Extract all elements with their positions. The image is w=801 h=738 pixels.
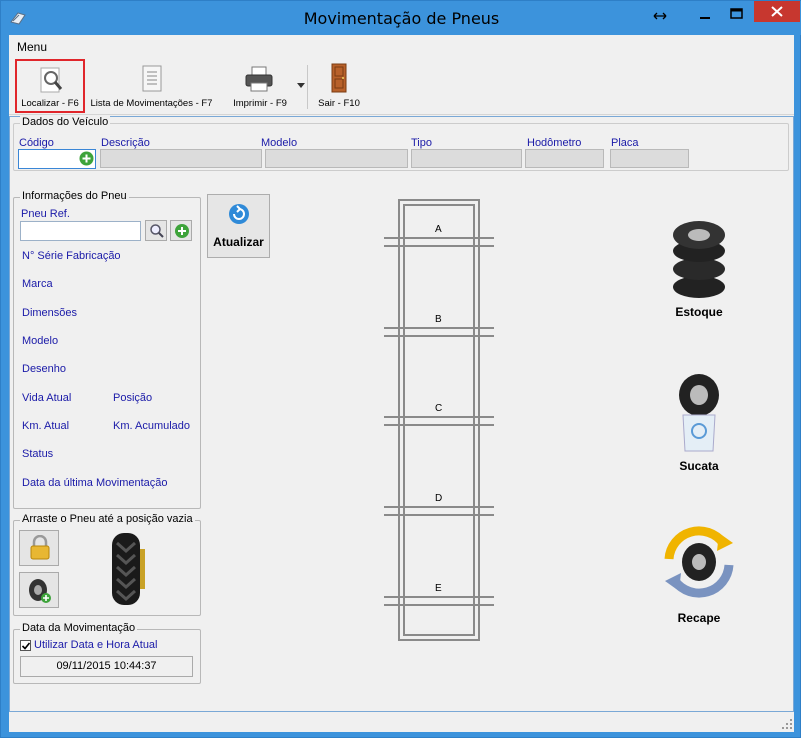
sair-button[interactable]: Sair - F10 — [311, 59, 367, 113]
km-acumulado-label: Km. Acumulado — [113, 420, 191, 432]
app-window: Movimentação de Pneus Menu Localizar - F… — [0, 0, 801, 738]
vida-atual-label: Vida Atual — [22, 392, 72, 404]
tire-retread-icon — [664, 526, 734, 598]
restore-icon[interactable] — [653, 11, 667, 21]
printer-icon — [245, 66, 273, 92]
axle-diagram: A B C D E — [379, 197, 499, 647]
axle-label-a: A — [435, 224, 442, 235]
atualizar-button[interactable]: Atualizar — [207, 194, 270, 258]
checkmark-icon — [21, 642, 31, 650]
imprimir-button[interactable]: Imprimir - F9 — [225, 59, 305, 113]
pneu-ref-input[interactable] — [20, 221, 141, 241]
close-button[interactable] — [754, 1, 800, 22]
data-hora-field[interactable]: 09/11/2015 10:44:37 — [20, 656, 193, 677]
hodometro-field — [525, 149, 604, 168]
sucata-button[interactable]: Sucata — [659, 373, 739, 473]
axle-label-b: B — [435, 314, 442, 325]
lista-movimentacoes-button[interactable]: Lista de Movimentações - F7 — [89, 59, 214, 113]
toolbar-divider — [307, 65, 308, 109]
search-icon — [150, 224, 164, 238]
descricao-field — [100, 149, 262, 168]
hodometro-label: Hodômetro — [527, 137, 582, 149]
pneu-group-title: Informações do Pneu — [20, 190, 129, 202]
document-list-icon — [142, 65, 161, 92]
pneu-ref-label: Pneu Ref. — [21, 208, 70, 220]
lock-icon — [30, 535, 50, 560]
axle-label-e: E — [435, 583, 442, 594]
pneu-add-button[interactable] — [170, 220, 192, 241]
serie-label: N° Série Fabricação — [22, 250, 121, 262]
axle-label-c: C — [435, 403, 443, 414]
recape-label: Recape — [677, 611, 721, 625]
localizar-button[interactable]: Localizar - F6 — [15, 59, 85, 113]
close-icon — [771, 6, 783, 17]
estoque-button[interactable]: Estoque — [659, 217, 739, 321]
recape-button[interactable]: Recape — [657, 525, 741, 625]
placa-label: Placa — [611, 137, 639, 149]
tipo-field — [411, 149, 522, 168]
lock-button[interactable] — [19, 530, 59, 566]
desenho-label: Desenho — [22, 363, 67, 375]
km-atual-label: Km. Atual — [22, 420, 70, 432]
arraste-group-title: Arraste o Pneu até a posição vazia — [20, 513, 195, 525]
estoque-label: Estoque — [675, 305, 723, 319]
minimize-icon[interactable] — [698, 9, 712, 23]
pneu-search-button[interactable] — [145, 220, 167, 241]
modelo-pneu-label: Modelo — [22, 335, 59, 347]
refresh-icon — [229, 204, 249, 224]
add-tire-button[interactable] — [19, 572, 59, 608]
status-label: Status — [22, 448, 54, 460]
sucata-label: Sucata — [679, 459, 719, 473]
title-bar: Movimentação de Pneus — [1, 1, 801, 35]
tire-stack-icon — [673, 221, 725, 298]
tire-recycle-icon — [679, 374, 719, 452]
lista-label: Lista de Movimentações - F7 — [90, 98, 213, 109]
tire-drag-icon[interactable] — [109, 531, 149, 607]
veiculo-group-title: Dados do Veículo — [20, 116, 111, 128]
atualizar-label: Atualizar — [213, 235, 264, 249]
toolbar: Localizar - F6 Lista de Movimentações - … — [9, 57, 794, 115]
vehicle-chassis — [384, 199, 494, 641]
modelo-veiculo-label: Modelo — [261, 137, 298, 149]
localizar-label: Localizar - F6 — [21, 98, 79, 109]
data-mov-group-title: Data da Movimentação — [20, 622, 138, 634]
utilizar-data-label: Utilizar Data e Hora Atual — [34, 639, 158, 651]
tipo-label: Tipo — [411, 137, 432, 149]
utilizar-data-checkbox[interactable] — [20, 640, 31, 651]
window-title: Movimentação de Pneus — [303, 9, 500, 28]
pneu-group: Informações do Pneu — [13, 190, 201, 509]
posicao-label: Posição — [113, 392, 153, 404]
modelo-veiculo-field — [265, 149, 408, 168]
door-exit-icon — [331, 63, 347, 93]
sair-label: Sair - F10 — [318, 98, 360, 109]
tire-add-icon — [29, 579, 51, 603]
codigo-label: Código — [19, 137, 54, 149]
menu-bar: Menu — [9, 35, 794, 57]
data-ultima-label: Data da última Movimentação — [22, 477, 168, 489]
marca-label: Marca — [22, 278, 53, 290]
client-area: Menu Localizar - F6 Lista de Movimentaçõ… — [9, 35, 794, 732]
axle-label-d: D — [435, 493, 443, 504]
placa-field — [610, 149, 689, 168]
descricao-label: Descrição — [101, 137, 150, 149]
dimensoes-label: Dimensões — [22, 307, 78, 319]
search-document-icon — [40, 67, 63, 93]
maximize-icon[interactable] — [729, 7, 745, 21]
dropdown-arrow-icon[interactable] — [297, 83, 305, 89]
menu-item[interactable]: Menu — [17, 40, 47, 54]
resize-grip-icon[interactable] — [781, 718, 793, 730]
add-circle-icon — [175, 224, 189, 238]
add-circle-icon[interactable] — [79, 151, 94, 166]
imprimir-label: Imprimir - F9 — [233, 98, 287, 109]
